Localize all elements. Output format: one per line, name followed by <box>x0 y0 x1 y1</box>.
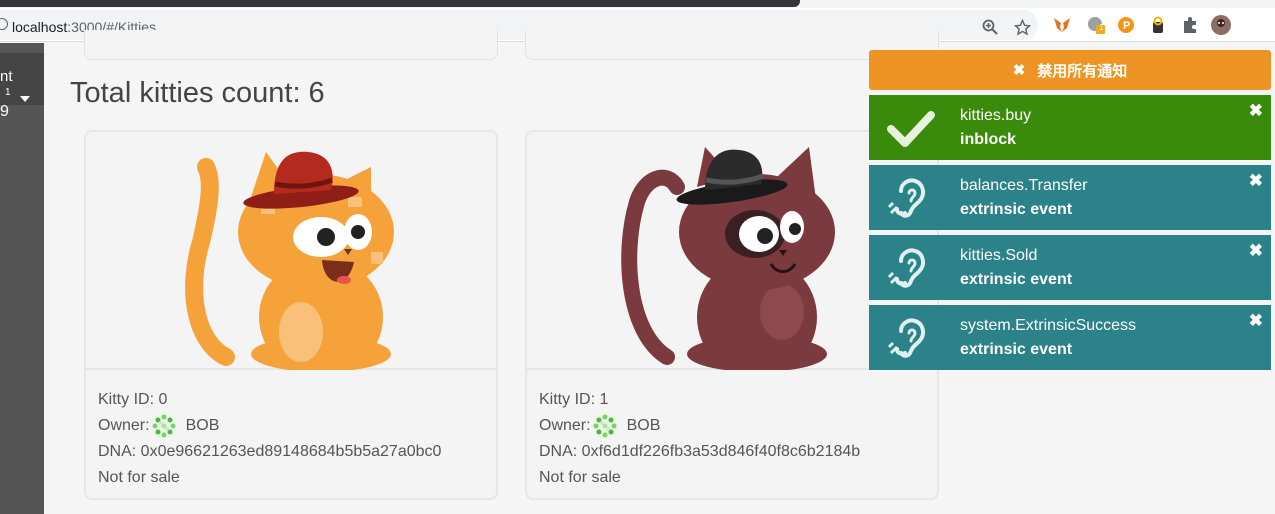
page-title: Total kitties count: 6 <box>70 77 325 109</box>
extensions-puzzle-icon[interactable] <box>1180 15 1200 35</box>
owner-identicon <box>150 413 177 439</box>
notification-status: extrinsic event <box>960 201 1073 218</box>
hearing-icon <box>887 248 925 288</box>
owner-label: Owner: <box>98 417 150 434</box>
kitty-id: Kitty ID: 1 <box>539 391 609 408</box>
notification-status: extrinsic event <box>960 341 1073 358</box>
notification-toast[interactable]: system.ExtrinsicSuccess extrinsic event … <box>869 305 1271 370</box>
hearing-icon <box>887 178 925 218</box>
owner-name: BOB <box>626 417 661 434</box>
notification-title: kitties.Sold <box>960 247 1038 264</box>
notification-title: system.ExtrinsicSuccess <box>960 317 1137 334</box>
disable-all-notifications-button[interactable]: ✖ 禁用所有通知 <box>869 50 1271 90</box>
owner-identicon <box>591 413 618 439</box>
notification-title: balances.Transfer <box>960 177 1088 194</box>
kitty-sale-status: Not for sale <box>98 469 180 486</box>
kitty-dna: DNA: 0x0e96621263ed89148684b5b5a27a0bc0 <box>98 443 442 460</box>
sidebar-text-fragment: 9 <box>0 103 9 120</box>
notification-status: inblock <box>960 131 1017 148</box>
close-icon[interactable]: ✖ <box>1249 241 1263 261</box>
chevron-down-icon[interactable] <box>20 96 30 102</box>
kitty-sale-status: Not for sale <box>539 469 621 486</box>
kitty-owner: Owner: BOB <box>98 413 441 439</box>
svg-text:P: P <box>1123 20 1130 32</box>
close-icon: ✖ <box>1012 62 1026 79</box>
sidebar-text-fragment: nt <box>0 68 13 85</box>
p-extension-icon[interactable]: P <box>1116 15 1136 35</box>
kitty-id: Kitty ID: 0 <box>98 391 168 408</box>
kitty-dna: DNA: 0xf6d1df226fb3a53d846f40f8c6b2184b <box>539 443 861 460</box>
kitty-card[interactable]: Kitty ID: 0 Owner: BOB DNA: 0x0e96621263… <box>84 130 498 500</box>
close-icon[interactable]: ✖ <box>1249 101 1263 121</box>
check-icon <box>887 111 935 147</box>
notification-toast[interactable]: kitties.buy inblock ✖ <box>869 95 1271 160</box>
kitty-info: Kitty ID: 1 Owner: BOB DNA: 0xf6d1df226f… <box>539 387 860 491</box>
bookmark-star-icon[interactable] <box>1012 17 1032 37</box>
notification-toast[interactable]: kitties.Sold extrinsic event ✖ <box>869 235 1271 300</box>
wallet-extension-icon[interactable] <box>1148 15 1168 35</box>
close-icon[interactable]: ✖ <box>1249 311 1263 331</box>
kitty-image <box>86 132 496 377</box>
kitty-card-partial <box>84 30 498 60</box>
close-icon[interactable]: ✖ <box>1249 171 1263 191</box>
notification-status: extrinsic event <box>960 271 1073 288</box>
extension-icon[interactable]: 1 <box>1086 15 1106 35</box>
metamask-extension-icon[interactable] <box>1052 15 1072 35</box>
sidebar-text-fragment: 1 <box>5 87 11 98</box>
notification-title: kitties.buy <box>960 107 1032 124</box>
kitty-owner: Owner: BOB <box>539 413 860 439</box>
disable-all-label: 禁用所有通知 <box>1037 62 1128 80</box>
owner-name: BOB <box>185 417 220 434</box>
notification-toast[interactable]: balances.Transfer extrinsic event ✖ <box>869 165 1271 230</box>
zoom-icon[interactable] <box>980 17 1000 37</box>
owner-label: Owner: <box>539 417 591 434</box>
site-info-icon[interactable] <box>0 18 8 30</box>
left-sidebar: nt 1 9 <box>0 43 44 514</box>
active-tab-area[interactable] <box>0 0 800 7</box>
hearing-icon <box>887 318 925 358</box>
tab-strip <box>0 0 1275 8</box>
profile-avatar[interactable] <box>1211 15 1231 35</box>
kitty-info: Kitty ID: 0 Owner: BOB DNA: 0x0e96621263… <box>98 387 441 491</box>
